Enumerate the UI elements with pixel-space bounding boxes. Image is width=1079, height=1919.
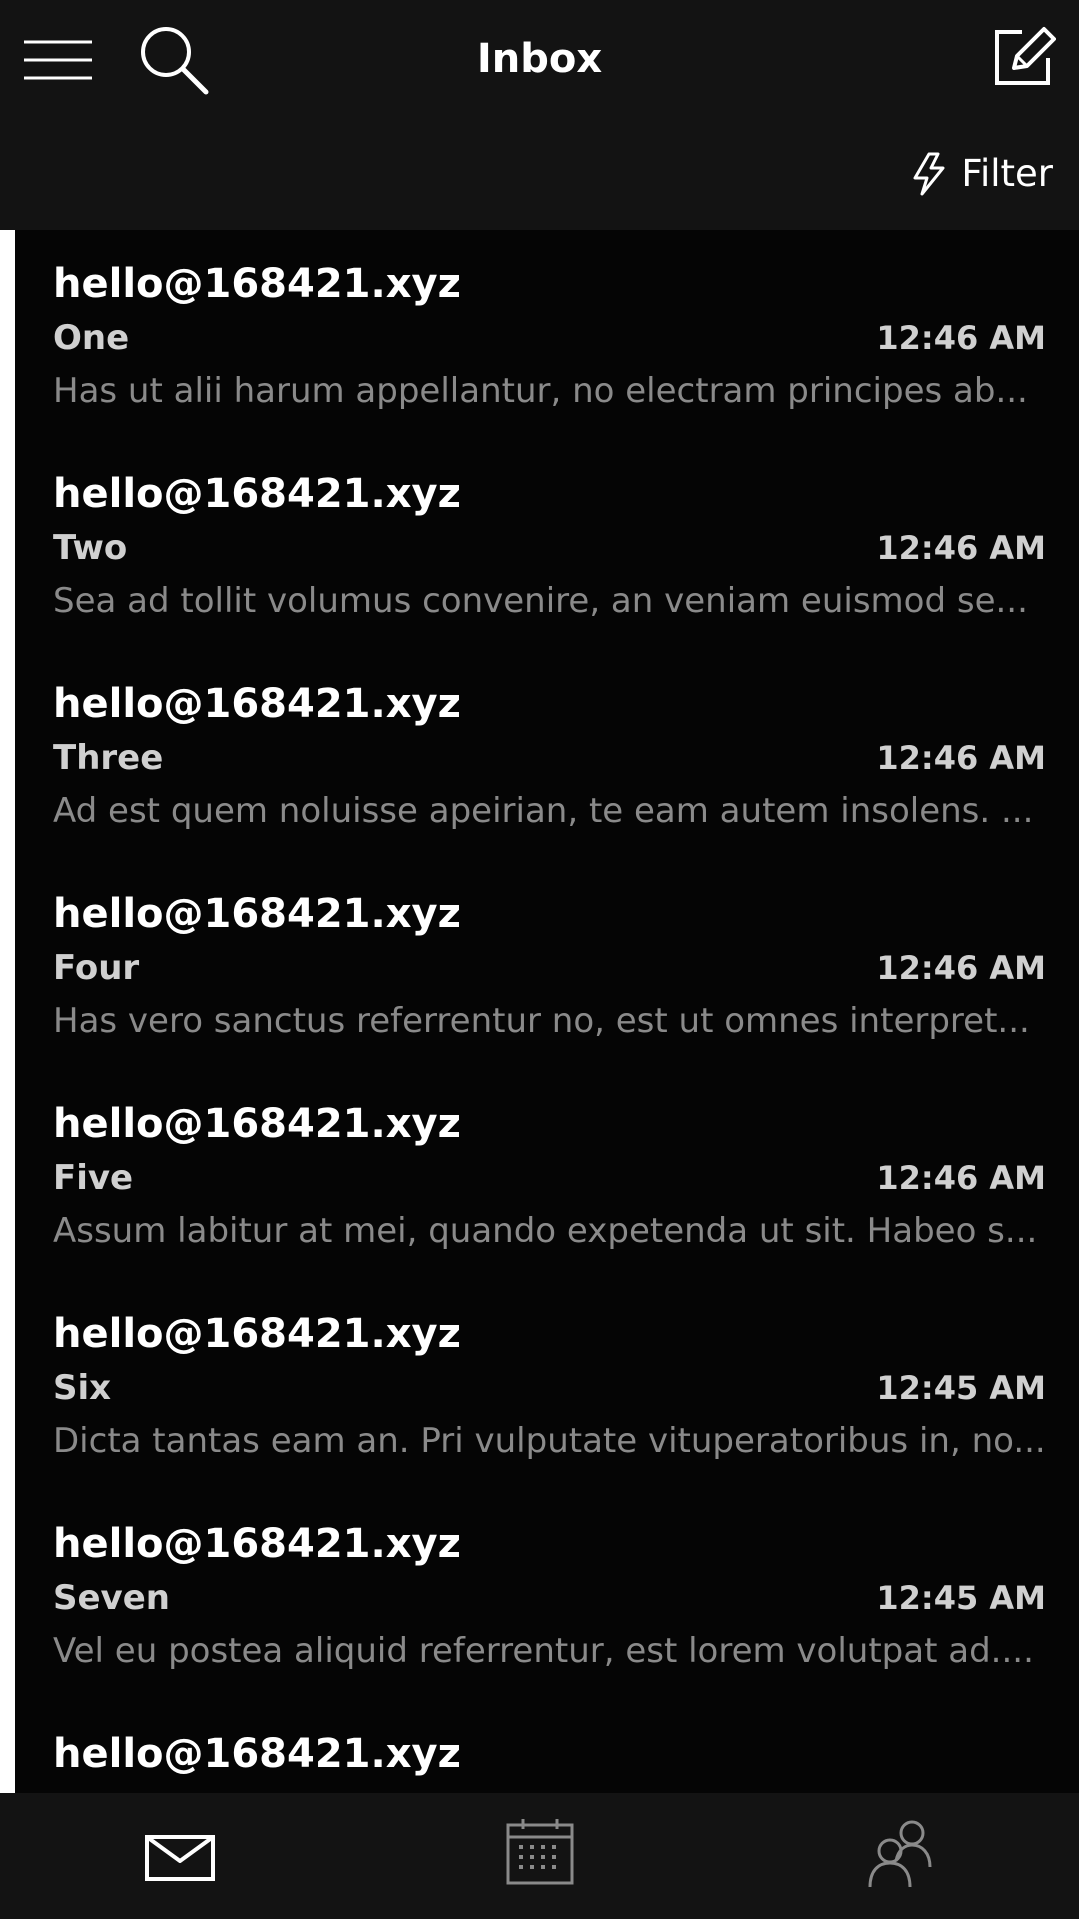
message-time: 12:46 AM — [876, 739, 1046, 777]
message-sender: hello@168421.xyz — [53, 1521, 461, 1567]
message-preview: Has vero sanctus referrentur no, est ut … — [53, 1001, 1030, 1041]
top-app-bar: Inbox Filter — [0, 0, 1079, 230]
message-time: 12:46 AM — [876, 949, 1046, 987]
lightning-bolt-icon — [913, 152, 945, 196]
message-subject: Five — [53, 1158, 134, 1198]
message-preview: Vel eu postea aliquid referrentur, est l… — [53, 1631, 1034, 1671]
compose-icon[interactable] — [992, 24, 1056, 88]
message-subject: Four — [53, 948, 140, 988]
message-list[interactable]: hello@168421.xyz One 12:46 AM Has ut ali… — [0, 230, 1079, 1793]
message-preview: Ad est quem noluisse apeirian, te eam au… — [53, 791, 1034, 831]
message-preview: Sea ad tollit volumus convenire, an veni… — [53, 581, 1028, 621]
list-item[interactable]: hello@168421.xyz One 12:46 AM Has ut ali… — [18, 230, 1079, 440]
message-sender: hello@168421.xyz — [53, 1731, 461, 1777]
list-item[interactable]: hello@168421.xyz Two 12:46 AM Sea ad tol… — [18, 440, 1079, 650]
message-subject: Six — [53, 1368, 112, 1408]
message-subject: Three — [53, 738, 164, 778]
mail-icon[interactable] — [144, 1821, 216, 1887]
message-time: 12:46 AM — [876, 1159, 1046, 1197]
message-subject: Two — [53, 528, 128, 568]
message-time: 12:45 AM — [876, 1579, 1046, 1617]
message-time: 12:46 AM — [876, 529, 1046, 567]
bottom-nav-bar — [0, 1793, 1079, 1919]
page-title: Inbox — [476, 36, 603, 82]
message-preview: Assum labitur at mei, quando expetenda u… — [53, 1211, 1038, 1251]
selection-indicator — [0, 230, 15, 1793]
list-item[interactable]: hello@168421.xyz Three 12:46 AM Ad est q… — [18, 650, 1079, 860]
message-time: 12:46 AM — [876, 319, 1046, 357]
message-sender: hello@168421.xyz — [53, 471, 461, 517]
list-item[interactable]: hello@168421.xyz Seven 12:45 AM Vel eu p… — [18, 1490, 1079, 1700]
list-item[interactable]: hello@168421.xyz — [18, 1700, 1079, 1793]
message-preview: Has ut alii harum appellantur, no electr… — [53, 371, 1028, 411]
calendar-icon[interactable] — [505, 1817, 575, 1887]
message-subject: Seven — [53, 1578, 170, 1618]
message-preview: Dicta tantas eam an. Pri vulputate vitup… — [53, 1421, 1046, 1461]
message-subject: One — [53, 318, 130, 358]
message-sender: hello@168421.xyz — [53, 1311, 461, 1357]
filter-button[interactable]: Filter — [911, 148, 1053, 200]
list-item[interactable]: hello@168421.xyz Five 12:46 AM Assum lab… — [18, 1070, 1079, 1280]
list-item[interactable]: hello@168421.xyz Six 12:45 AM Dicta tant… — [18, 1280, 1079, 1490]
people-icon[interactable] — [866, 1817, 934, 1889]
message-time: 12:45 AM — [876, 1369, 1046, 1407]
message-sender: hello@168421.xyz — [53, 1101, 461, 1147]
message-sender: hello@168421.xyz — [53, 681, 461, 727]
filter-label: Filter — [961, 152, 1053, 195]
message-sender: hello@168421.xyz — [53, 891, 461, 937]
list-item[interactable]: hello@168421.xyz Four 12:46 AM Has vero … — [18, 860, 1079, 1070]
message-sender: hello@168421.xyz — [53, 261, 461, 307]
